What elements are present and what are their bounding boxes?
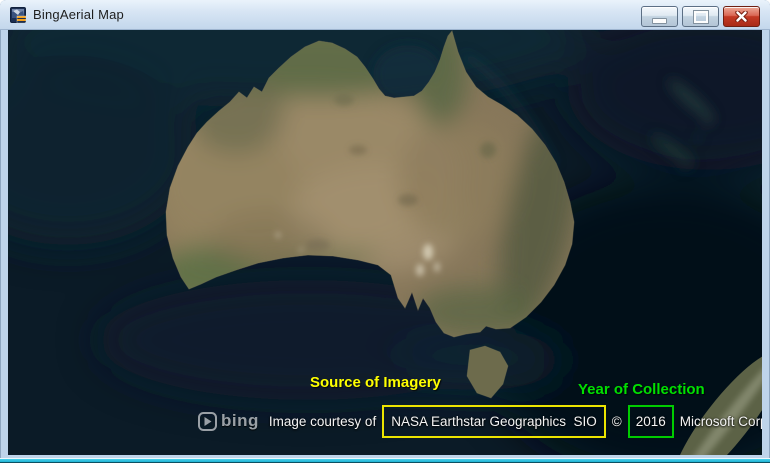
app-window: BingAerial Map <box>0 0 770 463</box>
window-controls <box>641 6 760 27</box>
source-highlight-box: NASA Earthstar Geographics SIO <box>382 405 606 438</box>
year-highlight-box: 2016 <box>628 405 674 438</box>
attribution-source: NASA Earthstar Geographics SIO <box>391 414 597 429</box>
copyright-symbol: © <box>612 414 622 429</box>
bing-logo[interactable]: bing <box>198 411 259 431</box>
attribution-year: 2016 <box>636 414 666 429</box>
source-of-imagery-label: Source of Imagery <box>310 374 441 391</box>
bing-logo-text: bing <box>221 411 259 431</box>
attribution-suffix: Microsoft Corporation <box>680 414 762 429</box>
app-icon[interactable] <box>10 7 26 23</box>
attribution-prefix: Image courtesy of <box>269 414 376 429</box>
maximize-icon <box>694 11 708 23</box>
bing-b-icon <box>198 412 217 431</box>
close-icon <box>735 11 748 22</box>
close-button[interactable] <box>723 6 760 27</box>
maximize-button[interactable] <box>682 6 719 27</box>
titlebar[interactable]: BingAerial Map <box>0 0 770 30</box>
map-viewport[interactable]: Source of Imagery Year of Collection bin… <box>8 30 762 455</box>
map-attribution: bing Image courtesy of NASA Earthstar Ge… <box>198 402 762 440</box>
minimize-icon <box>652 18 667 24</box>
year-of-collection-label: Year of Collection <box>578 381 705 398</box>
window-title: BingAerial Map <box>33 7 124 22</box>
map-app-icon <box>10 7 26 23</box>
minimize-button[interactable] <box>641 6 678 27</box>
